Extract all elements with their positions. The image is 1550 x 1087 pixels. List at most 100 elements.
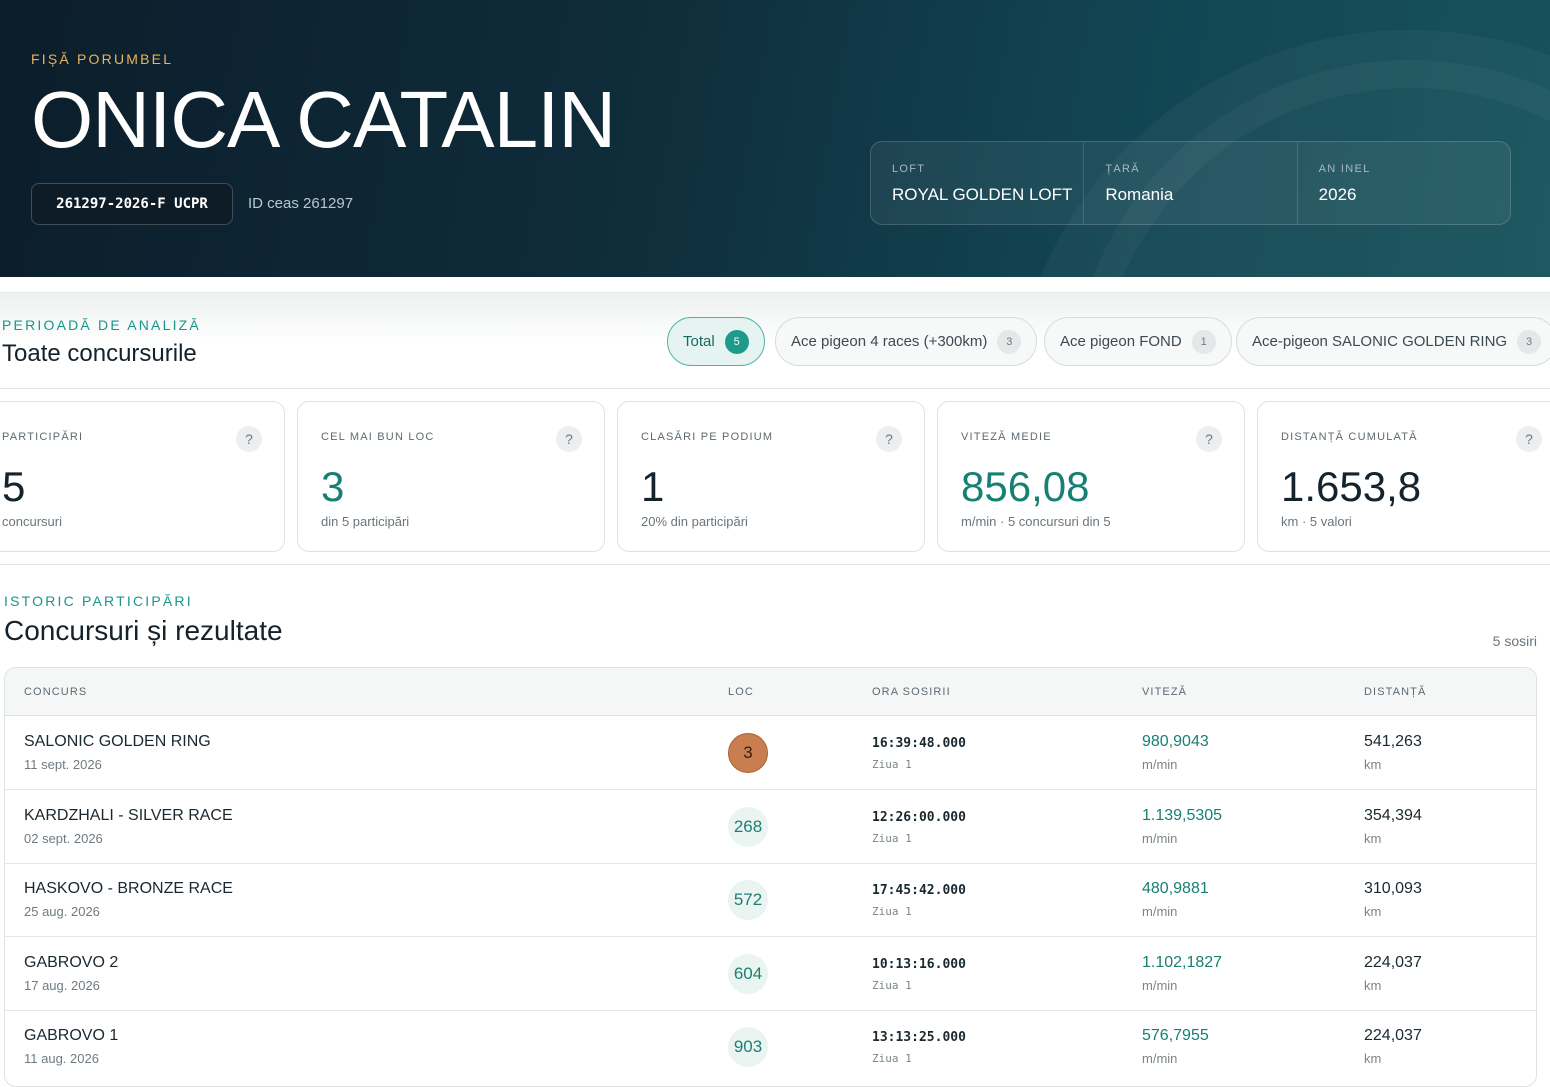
race-name: GABROVO 2 [24,954,119,971]
speed-unit: m/min [1142,831,1178,846]
arrival-time: 12:26:00.000 [872,810,966,825]
distance-unit: km [1364,831,1382,846]
table-header: CONCURS LOC ORA SOSIRII VITEZĂ DISTANȚĂ [5,668,1536,716]
info-label: ȚARĂ [1105,163,1140,175]
filter-chip-ace-4-races[interactable]: Ace pigeon 4 races (+300km) 3 [775,317,1038,366]
table-row[interactable]: GABROVO 2 17 aug. 2026 604 10:13:16.000 … [5,937,1536,1011]
info-value: 2026 [1318,185,1357,204]
filter-count-badge: 3 [1517,329,1542,354]
column-header-race[interactable]: CONCURS [24,686,87,698]
speed-unit: m/min [1142,1051,1178,1066]
place-badge: 903 [728,1027,768,1067]
history-title: Concursuri și rezultate [4,615,283,646]
filter-chip-ace-fond[interactable]: Ace pigeon FOND 1 [1044,317,1232,366]
stat-card-best-place: CEL MAI BUN LOC ? 3 din 5 participări [297,401,605,552]
race-name: HASKOVO - BRONZE RACE [24,880,233,897]
arrivals-count: 5 sosiri [1492,633,1537,649]
race-date: 11 aug. 2026 [24,1051,99,1066]
arrival-time: 13:13:25.000 [872,1030,966,1045]
stat-label: VITEZĂ MEDIE [961,431,1052,443]
stat-value: 1.653,8 [1281,463,1422,510]
stat-label: PARTICIPĂRI [2,431,84,443]
stat-sub: km · 5 valori [1281,514,1352,529]
stat-card-total-distance: DISTANȚĂ CUMULATĂ ? 1.653,8 km · 5 valor… [1257,401,1550,552]
info-ring-year: AN INEL 2026 [1298,142,1510,224]
filter-chip-total[interactable]: Total 5 [667,317,765,366]
pigeon-header: FIȘĂ PORUMBEL ONICA CATALIN 261297-2026-… [0,0,1550,277]
page-title: ONICA CATALIN [31,75,616,164]
info-value: ROYAL GOLDEN LOFT [892,185,1073,204]
stat-card-podium: CLASĂRI PE PODIUM ? 1 20% din participăr… [617,401,925,552]
header-eyebrow: FIȘĂ PORUMBEL [31,51,174,67]
place-badge: 572 [728,880,768,920]
info-country: ȚARĂ Romania [1084,142,1298,224]
arrival-day: Ziua 1 [872,905,912,918]
stat-sub: m/min · 5 concursuri din 5 [961,514,1111,529]
table-row[interactable]: SALONIC GOLDEN RING 11 sept. 2026 3 16:3… [5,716,1536,790]
speed-unit: m/min [1142,757,1178,772]
distance-value: 224,037 [1364,954,1422,971]
speed-value: 980,9043 [1142,733,1209,750]
arrival-time: 16:39:48.000 [872,736,966,751]
arrival-time: 17:45:42.000 [872,883,966,898]
filter-label: Total [683,333,715,350]
arrival-day: Ziua 1 [872,1052,912,1065]
help-icon[interactable]: ? [236,426,262,452]
column-header-distance[interactable]: DISTANȚĂ [1364,686,1426,698]
race-name: SALONIC GOLDEN RING [24,733,211,750]
stat-label: CLASĂRI PE PODIUM [641,431,774,443]
pigeon-info-panel: LOFT ROYAL GOLDEN LOFT ȚARĂ Romania AN I… [870,141,1511,225]
help-icon[interactable]: ? [556,426,582,452]
speed-value: 480,9881 [1142,880,1209,897]
distance-value: 354,394 [1364,807,1422,824]
race-name: KARDZHALI - SILVER RACE [24,807,233,824]
help-icon[interactable]: ? [1516,426,1542,452]
place-badge: 604 [728,954,768,994]
info-value: Romania [1105,185,1174,204]
race-date: 02 sept. 2026 [24,831,103,846]
column-header-speed[interactable]: VITEZĂ [1142,686,1187,698]
race-name: GABROVO 1 [24,1027,119,1044]
filter-chip-ace-salonic[interactable]: Ace-pigeon SALONIC GOLDEN RING 3 [1236,317,1550,366]
help-icon[interactable]: ? [1196,426,1222,452]
stat-card-avg-speed: VITEZĂ MEDIE ? 856,08 m/min · 5 concursu… [937,401,1245,552]
section-divider [0,564,1550,565]
race-date: 17 aug. 2026 [24,978,100,993]
help-icon[interactable]: ? [876,426,902,452]
column-header-place[interactable]: LOC [728,686,754,698]
distance-unit: km [1364,978,1382,993]
period-eyebrow: PERIOADĂ DE ANALIZĂ [2,317,201,333]
distance-value: 310,093 [1364,880,1422,897]
stat-sub: concursuri [2,514,62,529]
clock-id: ID ceas 261297 [248,195,354,212]
table-row[interactable]: GABROVO 1 11 aug. 2026 903 13:13:25.000 … [5,1010,1536,1084]
table-row[interactable]: KARDZHALI - SILVER RACE 02 sept. 2026 26… [5,790,1536,864]
stat-label: DISTANȚĂ CUMULATĂ [1281,431,1418,443]
period-title: Toate concursurile [2,340,197,367]
stat-value: 5 [2,463,26,510]
race-date: 11 sept. 2026 [24,757,102,772]
arrival-day: Ziua 1 [872,758,912,771]
distance-unit: km [1364,1051,1382,1066]
distance-unit: km [1364,904,1382,919]
filter-label: Ace pigeon 4 races (+300km) [791,333,988,350]
stats-cards: PARTICIPĂRI ? 5 concursuri CEL MAI BUN L… [0,401,1550,565]
info-label: LOFT [892,163,926,175]
filter-label: Ace-pigeon SALONIC GOLDEN RING [1252,333,1508,350]
stat-value: 3 [321,463,345,510]
speed-unit: m/min [1142,904,1178,919]
stat-card-participations: PARTICIPĂRI ? 5 concursuri [0,401,285,552]
results-table: CONCURS LOC ORA SOSIRII VITEZĂ DISTANȚĂ … [4,667,1537,1087]
table-row[interactable]: HASKOVO - BRONZE RACE 25 aug. 2026 572 1… [5,863,1536,937]
speed-unit: m/min [1142,978,1178,993]
filter-count-badge: 5 [724,329,749,354]
arrival-day: Ziua 1 [872,832,912,845]
history-eyebrow: ISTORIC PARTICIPĂRI [4,593,193,609]
ring-number-chip: 261297-2026-F UCPR [31,183,233,225]
distance-value: 541,263 [1364,733,1422,750]
stat-value: 1 [641,463,665,510]
column-header-arrival-time[interactable]: ORA SOSIRII [872,686,951,698]
race-date: 25 aug. 2026 [24,904,100,919]
place-badge: 3 [728,733,768,773]
speed-value: 576,7955 [1142,1027,1209,1044]
